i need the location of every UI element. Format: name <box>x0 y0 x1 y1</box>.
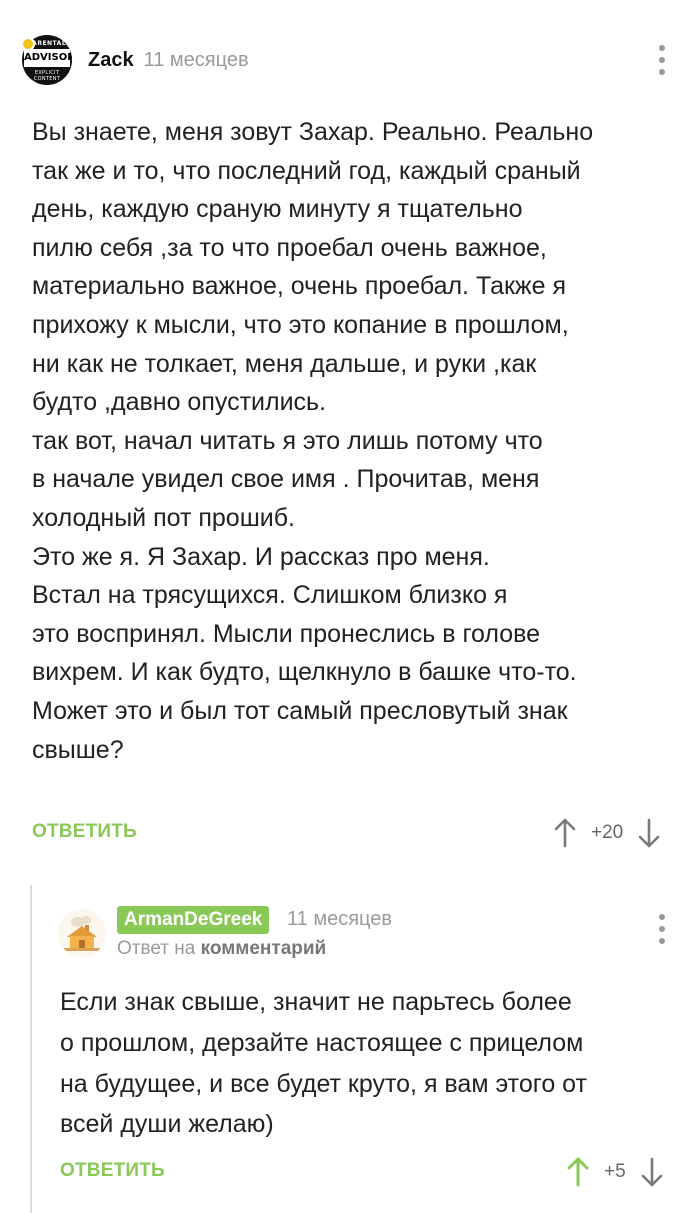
reply-rating: +5 <box>566 1157 664 1187</box>
reply-to-line: Ответ на комментарий <box>117 938 326 960</box>
comment-timestamp[interactable]: 11 месяцев <box>144 49 249 72</box>
text-line: день, каждую сраную минуту я тщательно <box>32 195 523 224</box>
text-line: будто ,давно опустились. <box>32 388 327 417</box>
comment-header: PARENTAL ADVISORY EXPLICIT CONTENT Zack … <box>22 35 249 85</box>
upvote-arrow-active-icon[interactable] <box>566 1157 590 1187</box>
reply-rating-score: +5 <box>604 1161 626 1182</box>
text-line: материально важное, очень проебал. Также… <box>32 272 567 301</box>
text-line: на будущее, и все будет круто, я вам это… <box>60 1069 587 1098</box>
comment-text: Вы знаете, меня зовут Захар. Реально. Ре… <box>32 113 682 769</box>
comment-rating: +20 <box>553 818 661 848</box>
text-line: ни как не толкает, меня дальше, и руки ,… <box>32 349 537 378</box>
comment-author[interactable]: Zack <box>88 49 134 72</box>
more-options-icon[interactable] <box>657 45 667 75</box>
comments-page: PARENTAL ADVISORY EXPLICIT CONTENT Zack … <box>0 0 700 1213</box>
text-line: свыше? <box>32 735 124 764</box>
reply-reply-button[interactable]: ОТВЕТИТЬ <box>60 1160 165 1182</box>
reply-more-options-icon[interactable] <box>657 914 667 944</box>
status-dot-icon <box>21 37 35 51</box>
reply-timestamp[interactable]: 11 месяцев <box>287 908 392 931</box>
text-line: это воспринял. Мысли пронеслись в голове <box>32 619 541 648</box>
upvote-arrow-icon[interactable] <box>553 818 577 848</box>
reply-text: Если знак свыше, значит не парьтесь боле… <box>60 982 685 1145</box>
reply-to-prefix: Ответ на <box>117 938 196 959</box>
avatar-text-middle: ADVISORY <box>24 49 72 67</box>
text-line: прихожу к мысли, что это копание в прошл… <box>32 310 569 339</box>
downvote-arrow-icon[interactable] <box>640 1157 664 1187</box>
text-line: так вот, начал читать я это лишь потому … <box>32 426 543 455</box>
reply-avatar[interactable] <box>58 909 106 957</box>
house-icon <box>64 916 100 951</box>
rating-score: +20 <box>591 822 624 843</box>
text-line: Если знак свыше, значит не парьтесь боле… <box>60 988 572 1016</box>
reply-button[interactable]: ОТВЕТИТЬ <box>32 821 137 843</box>
text-line: вихрем. И как будто, щелкнуло в башке чт… <box>32 658 577 687</box>
avatar-text-bottom: EXPLICIT CONTENT <box>33 70 61 82</box>
text-line: Может это и был тот самый пресловутый зн… <box>32 696 568 725</box>
reply-to-link[interactable]: комментарий <box>201 938 327 959</box>
text-line: о прошлом, дерзайте настоящее с прицелом <box>60 1028 584 1057</box>
text-line: в начале увидел свое имя . Прочитав, мен… <box>32 465 540 494</box>
text-line: холодный пот прошиб. <box>32 503 295 532</box>
text-line: Вы знаете, меня зовут Захар. Реально. Ре… <box>32 118 594 146</box>
text-line: пилю себя ,за то что проебал очень важно… <box>32 233 547 262</box>
text-line: Это же я. Я Захар. И рассказ про меня. <box>32 542 490 571</box>
text-line: Встал на трясущихся. Слишком близко я <box>32 581 508 610</box>
text-line: всей души желаю) <box>60 1110 274 1139</box>
downvote-arrow-icon[interactable] <box>637 818 661 848</box>
thread-line[interactable] <box>30 885 32 1213</box>
text-line: так же и то, что последний год, каждый с… <box>32 156 581 185</box>
reply-author[interactable]: ArmanDeGreek <box>117 906 270 934</box>
